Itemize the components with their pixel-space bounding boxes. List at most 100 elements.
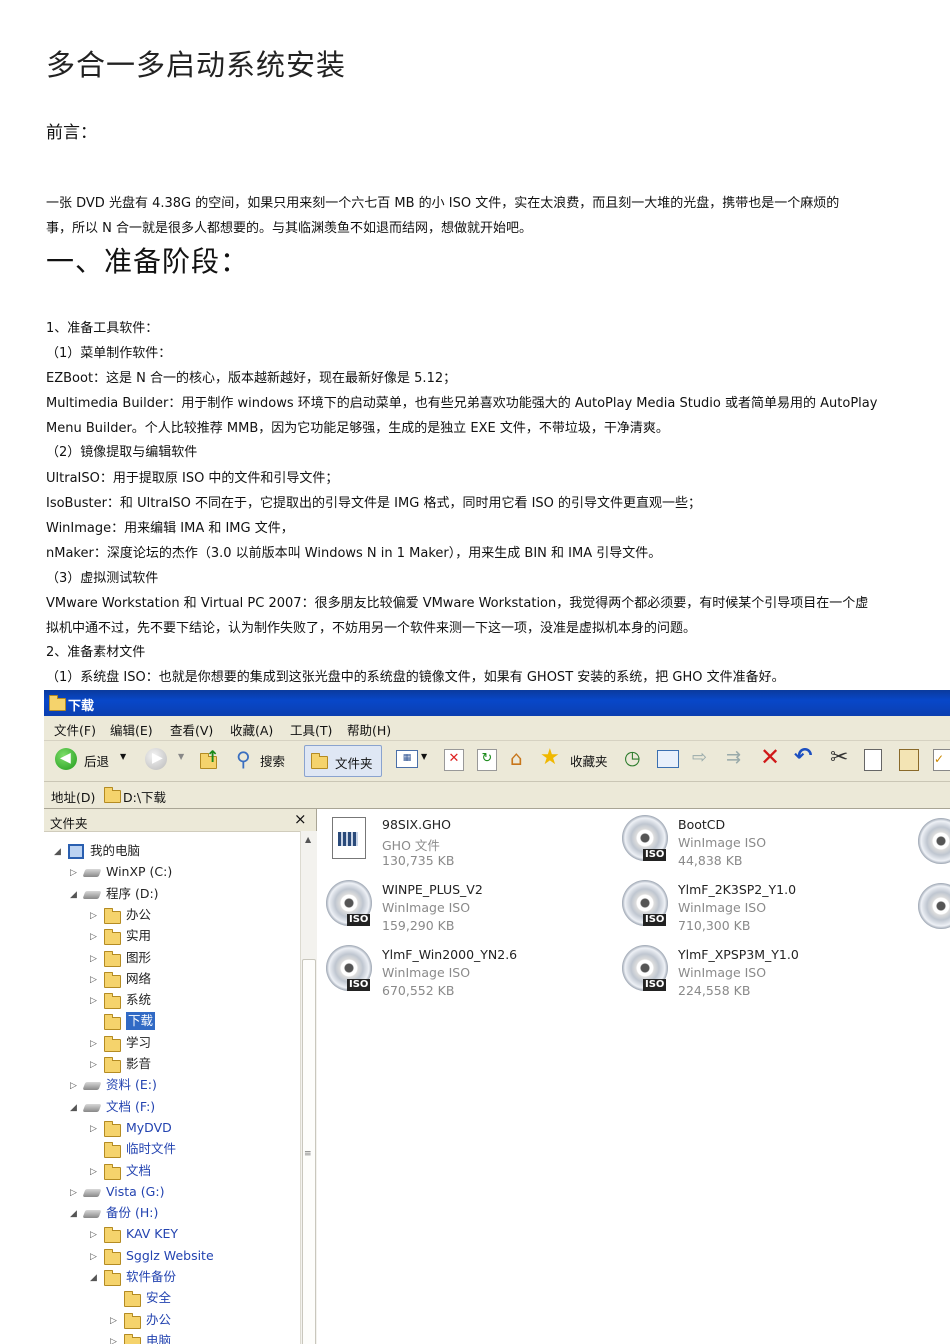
expand-arrow-icon[interactable]: ▷: [90, 991, 97, 1011]
tree-item-label: 办公: [126, 906, 152, 922]
refresh-icon[interactable]: ↻: [477, 749, 497, 771]
menu-item[interactable]: 文件(F): [54, 720, 96, 739]
up-folder-button[interactable]: ↑: [196, 747, 226, 773]
cut-icon[interactable]: ✂: [830, 745, 848, 770]
window-icon[interactable]: [657, 750, 679, 768]
iso-disc-icon: ISO: [326, 945, 372, 991]
window-titlebar[interactable]: 下载: [44, 690, 950, 716]
tree-item[interactable]: ▷ 实用: [44, 926, 300, 946]
tree-item[interactable]: ◢ 软件备份: [44, 1267, 300, 1287]
expand-arrow-icon[interactable]: ▷: [90, 949, 97, 969]
tree-item[interactable]: ▷ 网络: [44, 969, 300, 989]
tree-item[interactable]: ▷ 办公: [44, 905, 300, 925]
favorites-label: 收藏夹: [570, 754, 608, 769]
tree-item[interactable]: ▷ 系统: [44, 990, 300, 1010]
expand-arrow-icon[interactable]: ▷: [90, 1247, 97, 1267]
copy-icon[interactable]: [864, 749, 882, 771]
tree-item[interactable]: ▷ 资料 (E:): [44, 1075, 300, 1095]
menu-item[interactable]: 编辑(E): [110, 720, 153, 739]
collapse-arrow-icon[interactable]: ◢: [70, 1204, 77, 1224]
expand-arrow-icon[interactable]: ▷: [90, 1055, 97, 1075]
delete-icon[interactable]: ✕: [760, 743, 780, 771]
menu-item[interactable]: 工具(T): [290, 720, 332, 739]
favorites-button[interactable]: ★ 收藏夹: [540, 745, 610, 773]
tree-item[interactable]: ◢ 程序 (D:): [44, 884, 300, 904]
expand-arrow-icon[interactable]: ▷: [110, 1332, 117, 1344]
tree-item[interactable]: ▷ Vista (G:): [44, 1182, 300, 1202]
expand-arrow-icon[interactable]: ▷: [110, 1311, 117, 1331]
scrollbar[interactable]: ▲ ≡: [300, 831, 317, 1344]
expand-arrow-icon[interactable]: ▷: [90, 1225, 97, 1245]
folder-icon: [124, 1333, 141, 1344]
delete-file-icon[interactable]: ✕: [444, 749, 464, 771]
collapse-arrow-icon[interactable]: ◢: [70, 1098, 77, 1118]
partial-iso-icon[interactable]: [918, 883, 950, 929]
collapse-arrow-icon[interactable]: ◢: [54, 842, 61, 862]
folders-label: 文件夹: [335, 756, 373, 771]
folders-button[interactable]: 文件夹: [304, 745, 382, 777]
file-size: 159,290 KB: [382, 918, 455, 933]
file-item[interactable]: ISO YlmF_2K3SP2_Y1.0 WinImage ISO 710,300 K…: [622, 880, 912, 940]
history-icon[interactable]: ◷: [624, 747, 641, 769]
expand-arrow-icon[interactable]: ▷: [70, 1183, 77, 1203]
search-button[interactable]: ⚲ 搜索: [234, 747, 298, 773]
undo-icon[interactable]: ↶: [794, 744, 812, 769]
partial-iso-icon[interactable]: [918, 818, 950, 864]
tree-item[interactable]: ▷ MyDVD: [44, 1118, 300, 1138]
tree-item[interactable]: ▷ 学习: [44, 1033, 300, 1053]
move-to-icon[interactable]: ⇨: [692, 747, 707, 768]
tree-item-label: 网络: [126, 970, 152, 986]
tree-item-label: 软件备份: [126, 1269, 177, 1284]
forward-button[interactable]: ▶ ▼: [142, 747, 188, 773]
properties-icon[interactable]: ✓: [933, 749, 950, 771]
scroll-up-icon[interactable]: ▲: [305, 835, 311, 844]
expand-arrow-icon[interactable]: ▷: [70, 1076, 77, 1096]
tree-item[interactable]: ▷ KAV KEY: [44, 1224, 300, 1244]
file-item[interactable]: ISO YlmF_XPSP3M_Y1.0 WinImage ISO 224,558 K…: [622, 945, 912, 1005]
tree-item[interactable]: 临时文件: [44, 1139, 300, 1159]
file-item[interactable]: ISO BootCD WinImage ISO 44,838 KB: [622, 815, 912, 875]
home-icon[interactable]: ⌂: [510, 746, 523, 770]
tree-item[interactable]: ◢ 我的电脑: [44, 841, 300, 861]
menu-item[interactable]: 收藏(A): [230, 720, 273, 739]
expand-arrow-icon[interactable]: ▷: [90, 1162, 97, 1182]
tree-item[interactable]: ▷ Sgglz Website: [44, 1246, 300, 1266]
expand-arrow-icon[interactable]: ▷: [90, 906, 97, 926]
tree-item[interactable]: ▷ 文档: [44, 1161, 300, 1181]
expand-arrow-icon[interactable]: ▷: [90, 1034, 97, 1054]
chevron-down-icon: ▼: [421, 752, 428, 761]
tree-item[interactable]: ▷ WinXP (C:): [44, 862, 300, 882]
menu-item[interactable]: 查看(V): [170, 720, 213, 739]
menu-item[interactable]: 帮助(H): [347, 720, 391, 739]
file-item[interactable]: 98SIX.GHO GHO 文件 130,735 KB: [326, 815, 616, 875]
views-button[interactable]: ▦ ▼: [394, 747, 436, 773]
tree-item[interactable]: ◢ 文档 (F:): [44, 1097, 300, 1117]
tree-item[interactable]: 下载: [44, 1011, 300, 1031]
tree-item[interactable]: ▷ 办公: [44, 1310, 300, 1330]
tree-item[interactable]: ◢ 备份 (H:): [44, 1203, 300, 1223]
address-input[interactable]: D:\下载: [123, 787, 166, 806]
tree-item[interactable]: ▷ 图形: [44, 948, 300, 968]
iso-disc-icon: ISO: [622, 945, 668, 991]
expand-arrow-icon[interactable]: ▷: [90, 1119, 97, 1139]
tree-item[interactable]: ▷ 影音: [44, 1054, 300, 1074]
expand-arrow-icon[interactable]: ▷: [70, 863, 77, 883]
body-line: WinImage：用来编辑 IMA 和 IMG 文件，: [46, 521, 294, 536]
copy-to-icon[interactable]: ⇉: [726, 747, 741, 768]
body-line: VMware Workstation 和 Virtual PC 2007：很多朋…: [46, 596, 869, 611]
folder-icon: [104, 1142, 121, 1159]
file-item[interactable]: ISO YlmF_Win2000_YN2.6 WinImage ISO 670,552…: [326, 945, 616, 1005]
expand-arrow-icon[interactable]: ▷: [90, 927, 97, 947]
body-line: Menu Builder。个人比较推荐 MMB，因为它功能足够强，生成的是独立 …: [46, 421, 669, 436]
paste-icon[interactable]: [899, 749, 919, 771]
tree-item[interactable]: 安全: [44, 1288, 300, 1308]
expand-arrow-icon[interactable]: ▷: [90, 970, 97, 990]
collapse-arrow-icon[interactable]: ◢: [90, 1268, 97, 1288]
body-line: Multimedia Builder：用于制作 windows 环境下的启动菜单…: [46, 396, 878, 411]
tree-item[interactable]: ▷ 电脑: [44, 1331, 300, 1344]
collapse-arrow-icon[interactable]: ◢: [70, 885, 77, 905]
back-button[interactable]: ◀ 后退 ▼: [52, 747, 132, 773]
close-icon[interactable]: ×: [294, 810, 307, 828]
body-line: nMaker：深度论坛的杰作（3.0 以前版本叫 Windows N in 1 …: [46, 546, 662, 561]
file-item[interactable]: ISO WINPE_PLUS_V2 WinImage ISO 159,290 KB: [326, 880, 616, 940]
